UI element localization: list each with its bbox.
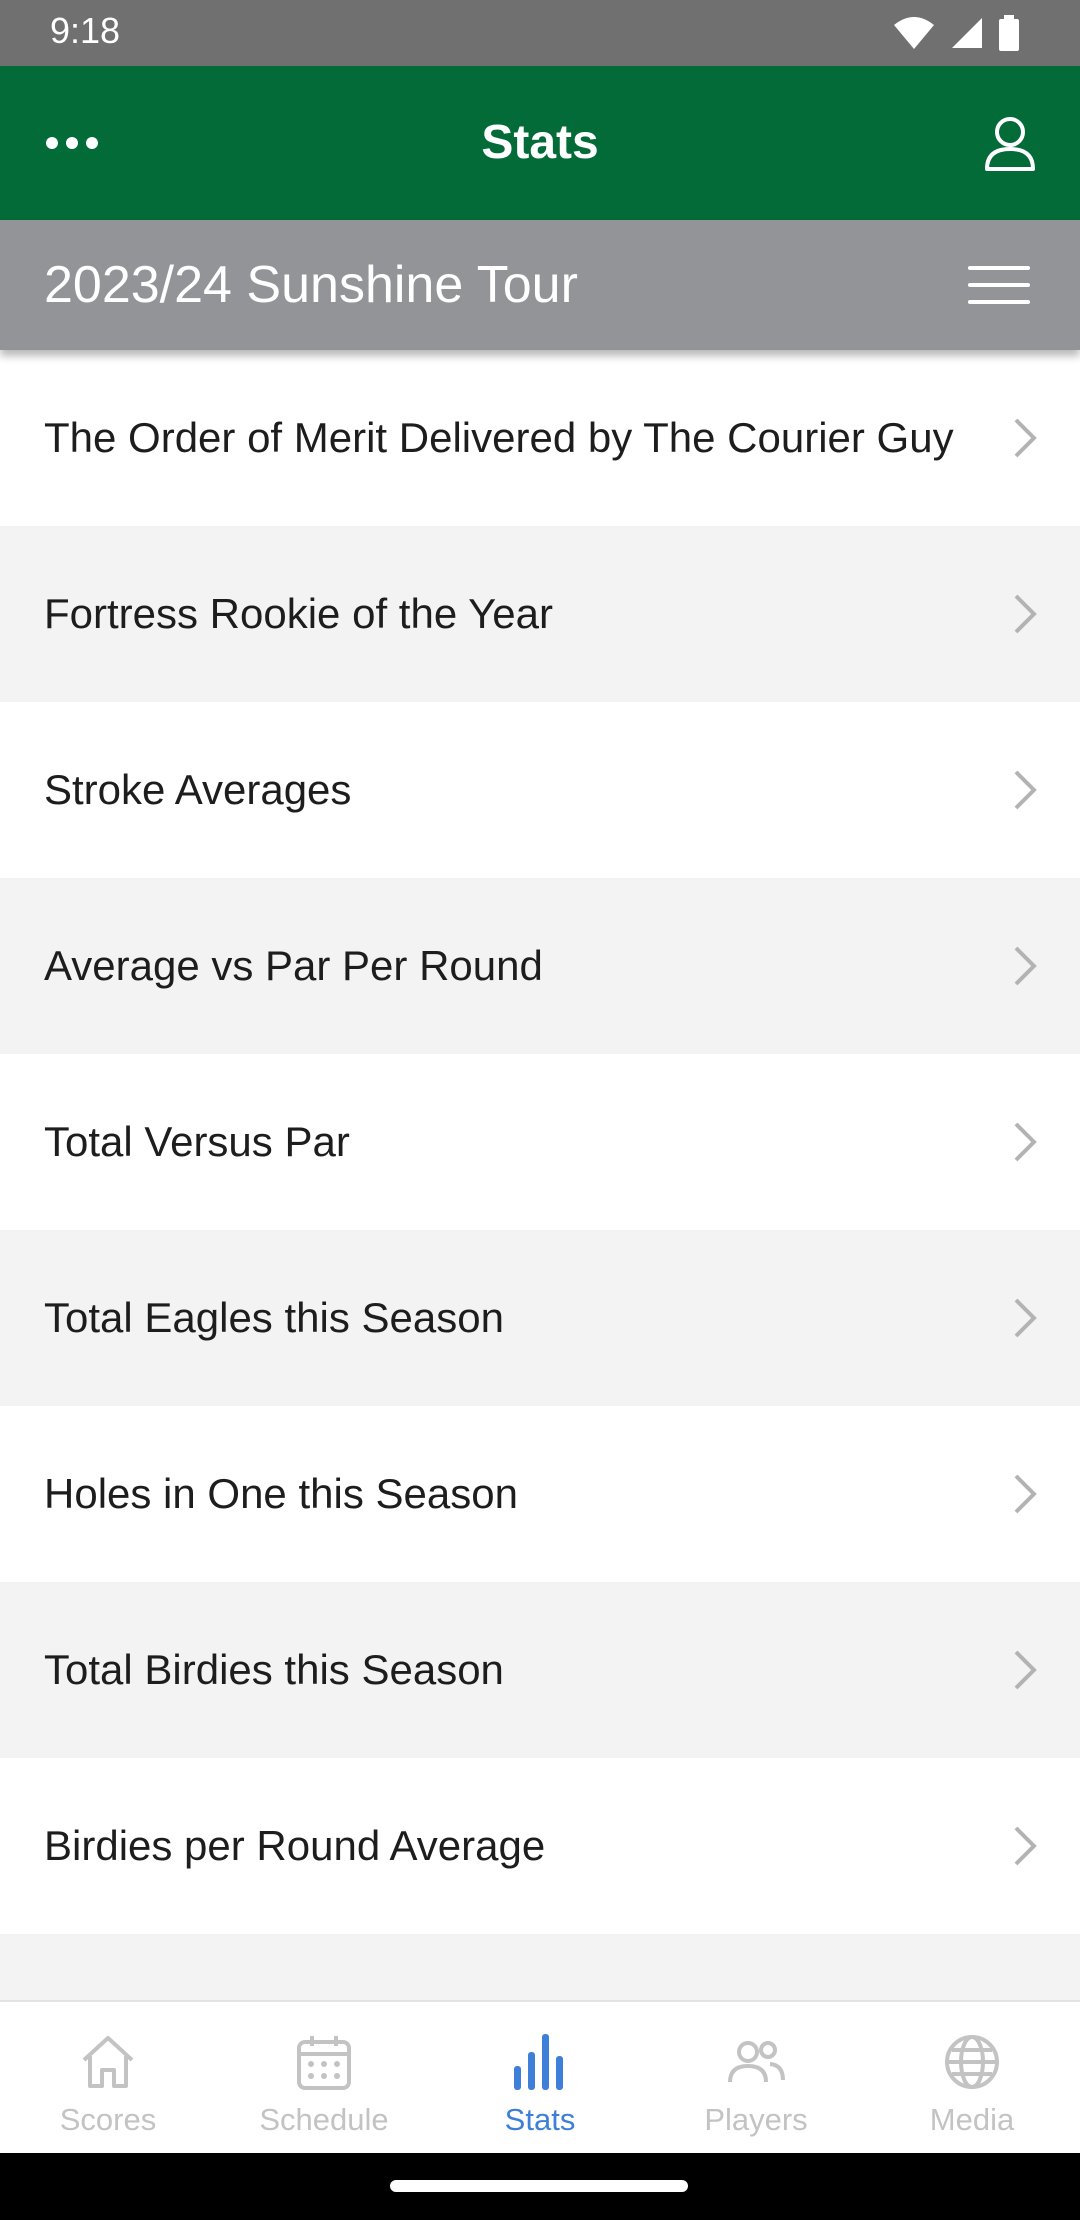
list-item-label: Birdies per Round Average <box>44 1822 546 1869</box>
list-item[interactable]: Total Versus Par <box>0 1054 1080 1230</box>
chevron-right-icon <box>1014 418 1037 458</box>
cellular-signal-icon <box>952 18 982 48</box>
list-item[interactable]: The Order of Merit Delivered by The Cour… <box>0 350 1080 526</box>
list-item-partial[interactable] <box>0 1934 1080 2000</box>
list-item-label: Average vs Par Per Round <box>44 942 543 989</box>
season-header: 2023/24 Sunshine Tour <box>0 220 1080 350</box>
list-item[interactable]: Birdies per Round Average <box>0 1758 1080 1934</box>
list-item[interactable]: Total Eagles this Season <box>0 1230 1080 1406</box>
profile-icon <box>985 117 1035 171</box>
stats-list: The Order of Merit Delivered by The Cour… <box>0 350 1080 2000</box>
chevron-right-icon <box>1014 1474 1037 1514</box>
list-item-label: Stroke Averages <box>44 766 352 813</box>
hamburger-menu-icon <box>968 266 1030 270</box>
list-item-label: Holes in One this Season <box>44 1470 518 1517</box>
tab-label: Stats <box>504 2102 576 2137</box>
battery-icon <box>999 15 1019 51</box>
tab-stats[interactable]: Stats <box>432 2002 648 2153</box>
tab-label: Schedule <box>259 2102 389 2137</box>
calendar-icon <box>297 2036 351 2090</box>
chevron-right-icon <box>1014 1298 1037 1338</box>
profile-button[interactable] <box>978 110 1042 176</box>
list-item[interactable]: Holes in One this Season <box>0 1406 1080 1582</box>
home-indicator[interactable] <box>390 2180 688 2192</box>
system-navigation-bar <box>0 2153 1080 2220</box>
players-icon <box>728 2041 785 2083</box>
more-horizontal-icon <box>46 137 98 149</box>
tab-label: Scores <box>59 2102 157 2137</box>
home-icon <box>82 2036 134 2088</box>
chevron-right-icon <box>1014 1650 1037 1690</box>
page-title: Stats <box>481 116 599 169</box>
bar-chart-icon <box>514 2034 563 2090</box>
list-item[interactable]: Stroke Averages <box>0 702 1080 878</box>
bottom-tab-bar: Scores Schedule Stats Players Media <box>0 2000 1080 2153</box>
chevron-right-icon <box>1014 946 1037 986</box>
tab-scores[interactable]: Scores <box>0 2002 216 2153</box>
list-item-label: Total Birdies this Season <box>44 1646 504 1693</box>
tab-players[interactable]: Players <box>648 2002 864 2153</box>
tab-label: Players <box>704 2102 808 2137</box>
status-bar: 9:18 <box>0 0 1080 66</box>
app-bar: Stats <box>0 66 1080 220</box>
season-menu-button[interactable] <box>968 260 1030 310</box>
list-item[interactable]: Fortress Rookie of the Year <box>0 526 1080 702</box>
chevron-right-icon <box>1014 594 1037 634</box>
list-item[interactable]: Average vs Par Per Round <box>0 878 1080 1054</box>
list-item[interactable]: Total Birdies this Season <box>0 1582 1080 1758</box>
chevron-right-icon <box>1014 1826 1037 1866</box>
season-title: 2023/24 Sunshine Tour <box>44 256 578 314</box>
tab-schedule[interactable]: Schedule <box>216 2002 432 2153</box>
wifi-icon <box>894 17 934 49</box>
list-item-label: Total Versus Par <box>44 1118 350 1165</box>
globe-icon <box>945 2035 999 2089</box>
list-item-label: The Order of Merit Delivered by The Cour… <box>44 414 954 461</box>
more-options-button[interactable] <box>36 118 108 168</box>
chevron-right-icon <box>1014 1122 1037 1162</box>
tab-label: Media <box>929 2102 1015 2137</box>
status-time: 9:18 <box>50 10 121 51</box>
chevron-right-icon <box>1014 770 1037 810</box>
status-icons <box>892 14 1020 52</box>
list-item-label: Fortress Rookie of the Year <box>44 590 553 637</box>
tab-media[interactable]: Media <box>864 2002 1080 2153</box>
list-item-label: Total Eagles this Season <box>44 1294 504 1341</box>
